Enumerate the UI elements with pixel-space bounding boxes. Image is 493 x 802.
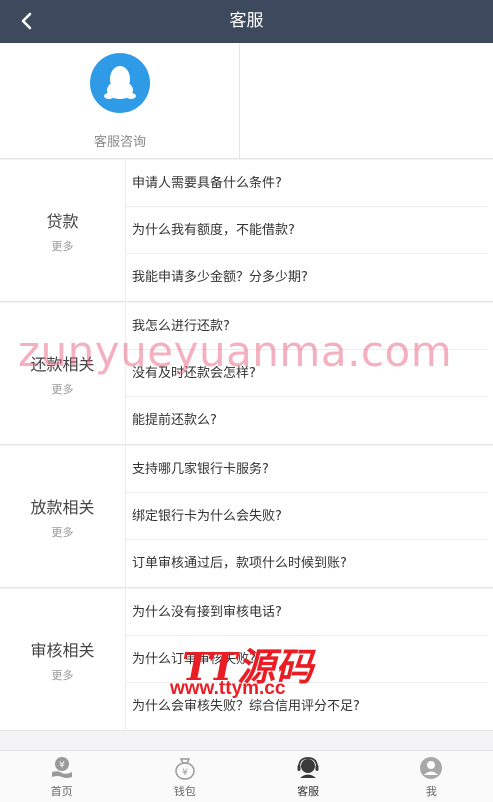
faq-section-repayment: 还款相关 更多 我怎么进行还款? 没有及时还款会怎样? 能提前还款么? (0, 303, 493, 445)
category-name: 贷款 (46, 212, 79, 231)
category-loan[interactable]: 贷款 更多 (0, 160, 126, 302)
tab-home[interactable]: ¥ 首页 (0, 751, 123, 802)
faq-section-review: 审核相关 更多 为什么没有接到审核电话? 为什么订单审核失败? 为什么会审核失败… (0, 589, 493, 731)
user-icon (417, 754, 445, 782)
faq-section-disbursement: 放款相关 更多 支持哪几家银行卡服务? 绑定银行卡为什么会失败? 订单审核通过后… (0, 446, 493, 588)
service-panel: 客服咨询 (0, 43, 493, 159)
category-disbursement[interactable]: 放款相关 更多 (0, 446, 126, 588)
tab-me[interactable]: 我 (370, 751, 493, 802)
more-link[interactable]: 更多 (52, 381, 74, 397)
question-item[interactable]: 我怎么进行还款? (126, 303, 487, 350)
svg-text:¥: ¥ (182, 768, 188, 778)
question-item[interactable]: 支持哪几家银行卡服务? (126, 446, 487, 493)
question-item[interactable]: 没有及时还款会怎样? (126, 350, 487, 397)
home-yen-icon: ¥ (48, 754, 76, 782)
category-name: 放款相关 (30, 498, 95, 517)
question-item[interactable]: 绑定银行卡为什么会失败? (126, 493, 487, 540)
question-item[interactable]: 为什么订单审核失败? (126, 636, 487, 683)
qq-penguin-icon (90, 53, 150, 113)
top-navigation-bar: 客服 (0, 0, 493, 43)
category-name: 还款相关 (30, 355, 95, 374)
customer-service-icon (294, 754, 322, 782)
tab-label: 钱包 (173, 785, 196, 798)
svg-text:¥: ¥ (59, 761, 65, 771)
more-link[interactable]: 更多 (52, 524, 74, 540)
faq-section-loan: 贷款 更多 申请人需要具备什么条件? 为什么我有额度，不能借款? 我能申请多少金… (0, 160, 493, 302)
customer-consult-button[interactable]: 客服咨询 (0, 43, 240, 159)
more-link[interactable]: 更多 (52, 238, 74, 254)
question-item[interactable]: 订单审核通过后，款项什么时候到账? (126, 540, 487, 587)
category-repayment[interactable]: 还款相关 更多 (0, 303, 126, 445)
category-review[interactable]: 审核相关 更多 (0, 589, 126, 731)
question-item[interactable]: 我能申请多少金额？分多少期? (126, 254, 487, 301)
tab-label: 首页 (50, 785, 73, 798)
question-item[interactable]: 为什么我有额度，不能借款? (126, 207, 487, 254)
tab-label: 我 (425, 785, 437, 798)
page-title: 客服 (229, 11, 264, 31)
tab-label: 客服 (297, 785, 320, 798)
category-name: 审核相关 (30, 641, 95, 660)
more-link[interactable]: 更多 (52, 667, 74, 683)
question-item[interactable]: 为什么没有接到审核电话? (126, 589, 487, 636)
question-item[interactable]: 为什么会审核失败？综合信用评分不足? (126, 683, 487, 730)
tab-service[interactable]: 客服 (247, 751, 370, 802)
wallet-icon: ¥ (171, 754, 199, 782)
question-item[interactable]: 申请人需要具备什么条件? (126, 160, 487, 207)
tab-wallet[interactable]: ¥ 钱包 (123, 751, 246, 802)
service-label: 客服咨询 (93, 135, 146, 150)
question-item[interactable]: 能提前还款么? (126, 397, 487, 444)
bottom-tab-bar: ¥ 首页 ¥ 钱包 客服 我 (0, 750, 493, 802)
